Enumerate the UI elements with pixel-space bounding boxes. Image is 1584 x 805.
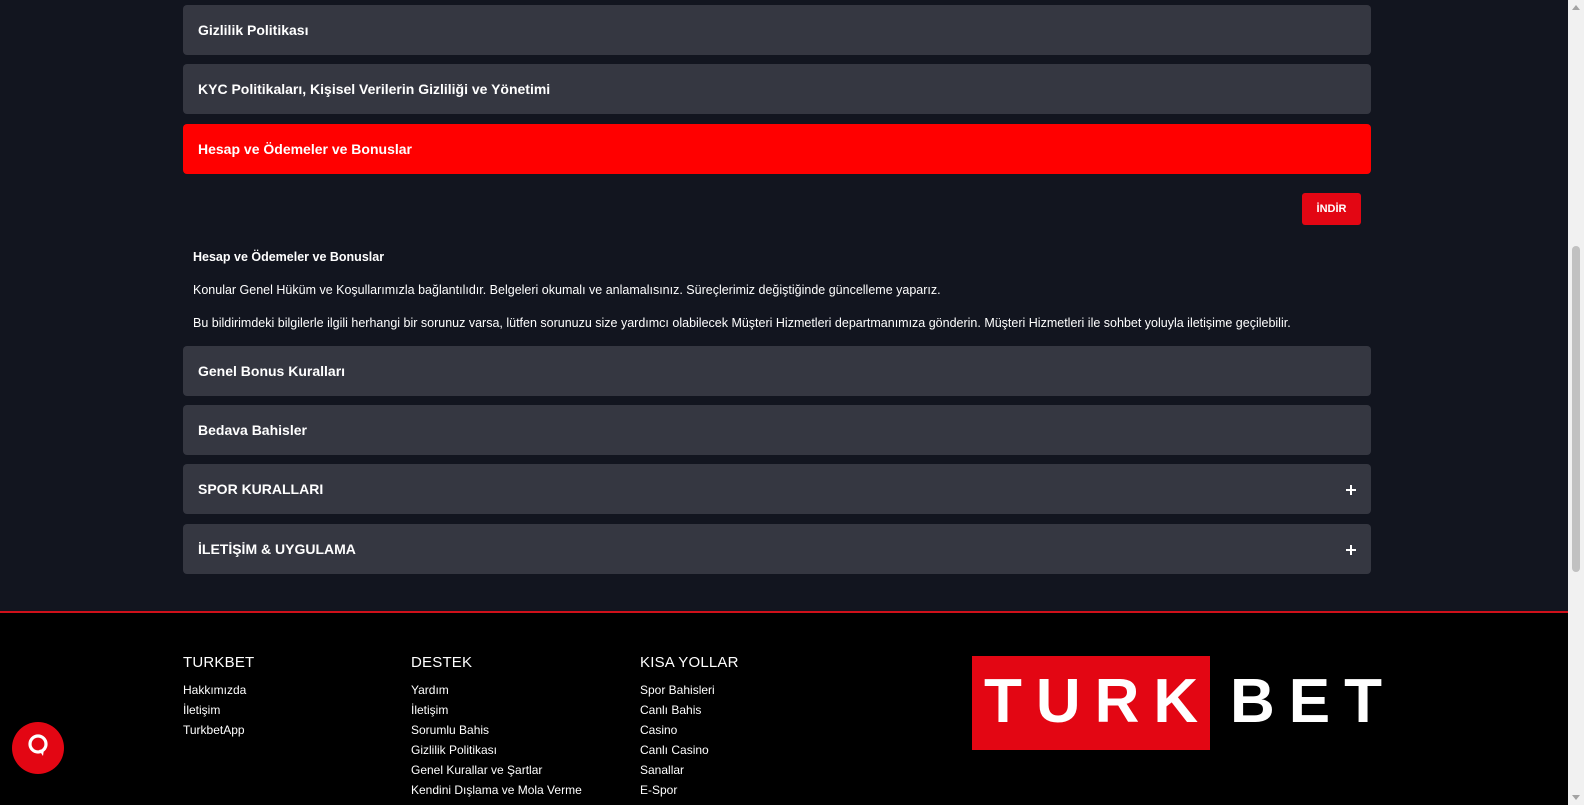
footer-link[interactable]: Gizlilik Politikası [411,743,497,757]
scroll-up-arrow-icon[interactable] [1572,5,1580,10]
footer-link[interactable]: Yardım [411,683,449,697]
accordion-iletisim-uygulama[interactable]: İLETİŞİM & UYGULAMA [183,524,1371,574]
accordion-label: KYC Politikaları, Kişisel Verilerin Gizl… [198,81,551,97]
footer-link[interactable]: E-Spor [640,783,677,797]
footer-link[interactable]: Sanallar [640,763,684,777]
accordion-gizlilik-politikasi[interactable]: Gizlilik Politikası [183,5,1371,55]
footer-column-kisa-yollar: KISA YOLLAR Spor Bahisleri Canlı Bahis C… [640,654,739,802]
accordion-label: Hesap ve Ödemeler ve Bonuslar [198,141,412,157]
plus-icon[interactable] [1346,540,1356,558]
scrollbar-thumb[interactable] [1572,246,1580,572]
footer-column-title: DESTEK [411,654,473,671]
accordion-label: Genel Bonus Kuralları [198,363,346,379]
plus-icon[interactable] [1346,480,1356,498]
expanded-content: Hesap ve Ödemeler ve Bonuslar Konular Ge… [193,249,1363,330]
accordion-label: SPOR KURALLARI [198,481,324,497]
vertical-scrollbar[interactable] [1568,0,1584,805]
footer-column-turkbet: TURKBET Hakkımızda İletişim TurkbetApp [183,654,254,742]
accordion-genel-bonus-kurallari[interactable]: Genel Bonus Kuralları [183,346,1371,396]
accordion-kyc-politikalari[interactable]: KYC Politikaları, Kişisel Verilerin Gizl… [183,64,1371,114]
footer-link[interactable]: Casino [640,723,677,737]
content-title: Hesap ve Ödemeler ve Bonuslar [193,250,385,264]
chat-button[interactable] [12,722,64,774]
footer-link[interactable]: Spor Bahisleri [640,683,715,697]
logo-text-bet: BET [1230,667,1396,736]
footer-link[interactable]: Canlı Bahis [640,703,701,717]
footer-link[interactable]: TurkbetApp [183,723,245,737]
accordion-label: İLETİŞİM & UYGULAMA [198,541,356,557]
footer-column-title: KISA YOLLAR [640,654,739,671]
footer-link[interactable]: Genel Kurallar ve Şartlar [411,763,542,777]
footer: TURKBET Hakkımızda İletişim TurkbetApp D… [0,611,1568,805]
accordion-spor-kurallari[interactable]: SPOR KURALLARI [183,464,1371,514]
footer-link[interactable]: İletişim [183,703,220,717]
footer-column-destek: DESTEK Yardım İletişim Sorumlu Bahis Giz… [411,654,582,802]
accordion-bedava-bahisler[interactable]: Bedava Bahisler [183,405,1371,455]
footer-link[interactable]: Canlı Casino [640,743,709,757]
accordion-label: Bedava Bahisler [198,422,307,438]
logo-text-turk: TURK [984,667,1213,736]
footer-column-title: TURKBET [183,654,255,671]
content-paragraph: Konular Genel Hüküm ve Koşullarımızla ba… [193,283,941,297]
turkbet-logo[interactable]: TURK BET [972,656,1382,750]
footer-link[interactable]: Sorumlu Bahis [411,723,489,737]
footer-link[interactable]: Hakkımızda [183,683,246,697]
chat-bubble-icon [26,733,50,764]
page: Gizlilik Politikası KYC Politikaları, Ki… [0,0,1568,805]
content-paragraph: Bu bildirimdeki bilgilerle ilgili herhan… [193,316,1291,330]
footer-link[interactable]: Kendini Dışlama ve Mola Verme [411,783,582,797]
accordion-label: Gizlilik Politikası [198,22,309,38]
download-button[interactable]: İNDİR [1302,193,1361,225]
footer-link[interactable]: İletişim [411,703,448,717]
accordion-hesap-odemeler-bonuslar[interactable]: Hesap ve Ödemeler ve Bonuslar [183,124,1371,174]
scroll-down-arrow-icon[interactable] [1572,795,1580,800]
